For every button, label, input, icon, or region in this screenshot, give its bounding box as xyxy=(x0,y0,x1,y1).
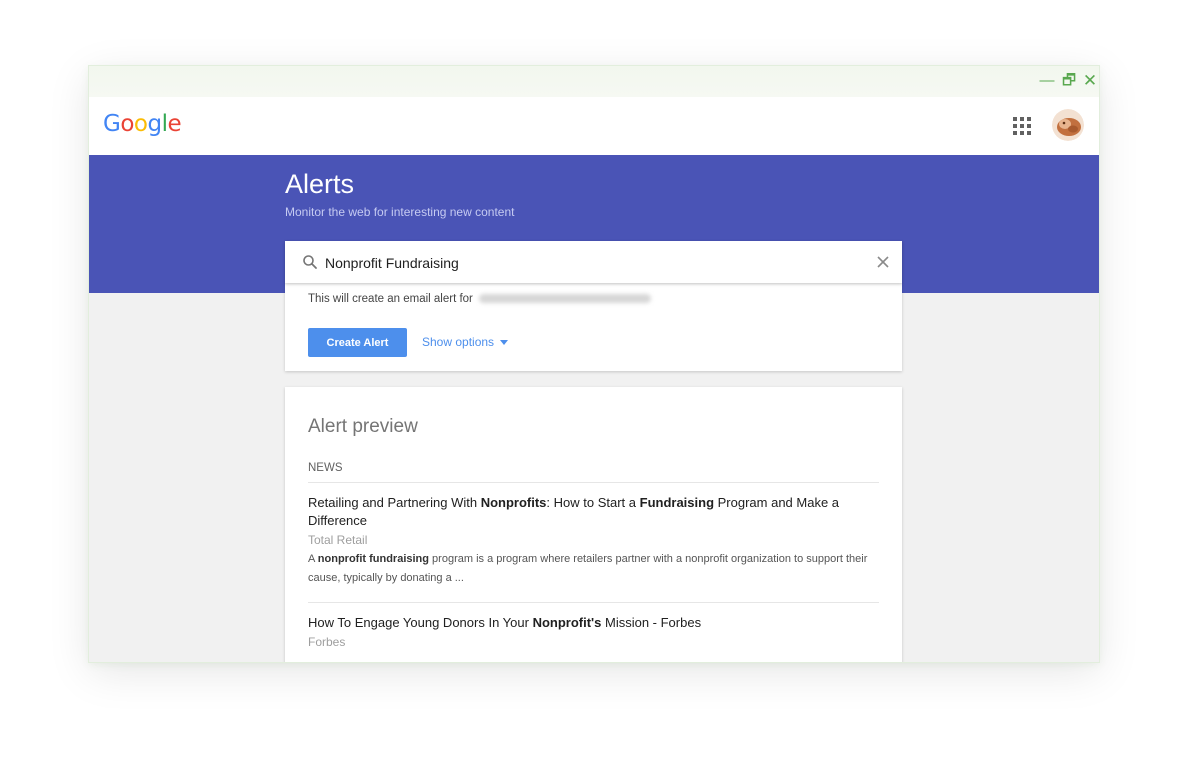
preview-title: Alert preview xyxy=(308,416,418,437)
create-alert-button[interactable]: Create Alert xyxy=(308,328,407,357)
section-label-news: NEWS xyxy=(308,462,343,474)
search-box xyxy=(285,241,902,283)
apps-grid-icon[interactable] xyxy=(1013,117,1031,135)
logo-letter: o xyxy=(120,111,134,137)
alert-preview-card: Alert preview NEWS Retailing and Partner… xyxy=(285,387,902,662)
chevron-down-icon xyxy=(500,340,509,346)
show-options-link[interactable]: Show options xyxy=(422,335,509,349)
text-fragment: Nonprofit's xyxy=(532,615,602,630)
search-input[interactable] xyxy=(323,250,867,276)
text-fragment: Fundraising xyxy=(639,495,715,510)
title-bar: — 🗗 ✕ xyxy=(89,66,1099,97)
news-source: Forbes xyxy=(308,635,346,649)
divider xyxy=(308,482,879,483)
show-options-label: Show options xyxy=(422,335,495,349)
search-icon xyxy=(303,255,317,269)
minimize-icon[interactable]: — xyxy=(1037,71,1057,91)
logo-letter: G xyxy=(103,111,121,137)
logo-letter: o xyxy=(133,111,148,137)
close-icon[interactable] xyxy=(875,254,891,270)
text-fragment: nonprofit fundraising xyxy=(317,553,429,565)
news-source: Total Retail xyxy=(308,533,368,547)
browser-window: — 🗗 ✕ Google Alerts Monitor the web for … xyxy=(89,66,1099,662)
text-fragment: Nonprofits xyxy=(480,495,547,510)
logo-letter: e xyxy=(167,111,182,137)
text-fragment: : How to Start a xyxy=(546,495,640,510)
news-title[interactable]: How To Engage Young Donors In Your Nonpr… xyxy=(308,614,868,632)
alert-options-card: This will create an email alert for Crea… xyxy=(285,283,902,371)
avatar[interactable] xyxy=(1052,109,1084,141)
divider xyxy=(308,602,879,603)
list-item[interactable]: Retailing and Partnering With Nonprofits… xyxy=(308,494,868,588)
google-logo[interactable]: Google xyxy=(103,111,182,137)
app-header: Google xyxy=(89,97,1099,155)
text-fragment: How To Engage Young Donors In Your xyxy=(308,615,533,630)
close-window-icon[interactable]: ✕ xyxy=(1080,71,1099,91)
restore-window-icon[interactable]: 🗗 xyxy=(1059,71,1079,91)
redacted-email xyxy=(478,294,651,304)
page-subtitle: Monitor the web for interesting new cont… xyxy=(285,205,515,219)
news-snippet: A nonprofit fundraising program is a pro… xyxy=(308,550,868,588)
text-fragment: A xyxy=(308,553,318,565)
logo-letter: g xyxy=(147,111,162,137)
list-item[interactable]: How To Engage Young Donors In Your Nonpr… xyxy=(308,614,868,649)
text-fragment: Retailing and Partnering With xyxy=(308,495,481,510)
email-alert-label: This will create an email alert for xyxy=(308,293,473,305)
news-title[interactable]: Retailing and Partnering With Nonprofits… xyxy=(308,494,868,530)
email-alert-text: This will create an email alert for xyxy=(308,293,651,305)
text-fragment: Mission - Forbes xyxy=(601,615,702,630)
page-title: Alerts xyxy=(285,169,355,199)
